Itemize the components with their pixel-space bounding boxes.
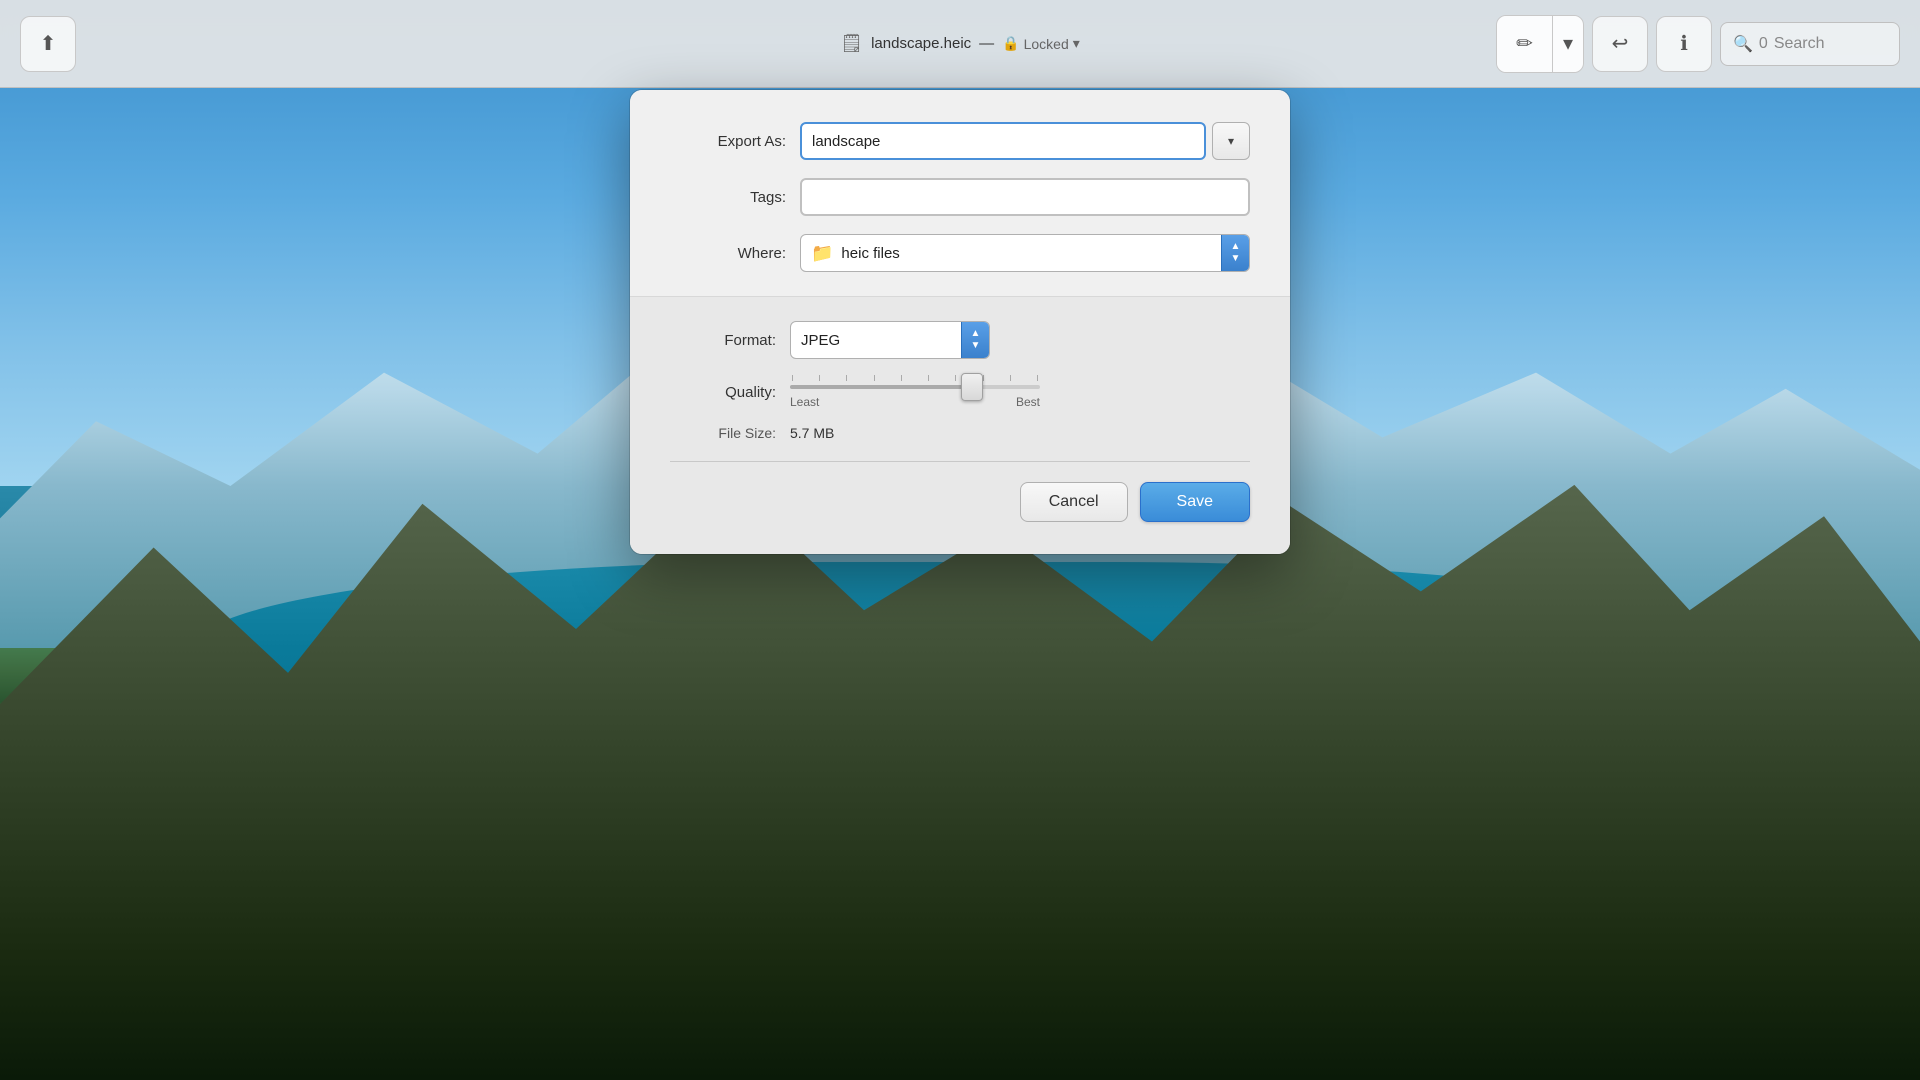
filesize-value: 5.7 MB — [790, 425, 834, 441]
where-value: heic files — [841, 245, 899, 262]
where-label: Where: — [670, 245, 800, 262]
button-row: Cancel Save — [670, 482, 1250, 522]
where-row: Where: 📁 heic files ▲ ▼ — [670, 234, 1250, 272]
export-as-input[interactable] — [800, 122, 1206, 160]
export-as-wrap: ▾ — [800, 122, 1250, 160]
quality-label: Quality: — [670, 384, 790, 401]
chevron-down-icon: ▾ — [1228, 134, 1234, 148]
quality-wrap: Least Best — [790, 375, 1250, 409]
format-value: JPEG — [801, 332, 840, 349]
quality-slider[interactable] — [790, 385, 1040, 389]
where-stepper-button[interactable]: ▲ ▼ — [1221, 234, 1249, 272]
export-dialog-overlay: Export As: ▾ Tags: Where: 📁 — [0, 0, 1920, 1080]
quality-row: Quality: — [670, 375, 1250, 409]
chevron-down-icon: ▼ — [1231, 253, 1241, 265]
filesize-label: File Size: — [670, 425, 790, 441]
where-dropdown[interactable]: 📁 heic files ▲ ▼ — [800, 234, 1250, 272]
dialog-bottom: Format: JPEG ▲ ▼ Quality: — [630, 297, 1290, 554]
save-button[interactable]: Save — [1140, 482, 1250, 522]
tags-label: Tags: — [670, 189, 800, 206]
format-label: Format: — [670, 332, 790, 349]
export-as-dropdown-button[interactable]: ▾ — [1212, 122, 1250, 160]
chevron-up-icon: ▲ — [1231, 241, 1241, 253]
export-as-label: Export As: — [670, 133, 800, 150]
quality-min-label: Least — [790, 395, 819, 409]
format-chevron-up-icon: ▲ — [971, 328, 981, 340]
format-chevron-down-icon: ▼ — [971, 340, 981, 352]
tags-input[interactable] — [800, 178, 1250, 216]
quality-max-label: Best — [1016, 395, 1040, 409]
cancel-button[interactable]: Cancel — [1020, 482, 1128, 522]
export-dialog: Export As: ▾ Tags: Where: 📁 — [630, 90, 1290, 554]
folder-icon: 📁 — [811, 243, 833, 264]
filesize-row: File Size: 5.7 MB — [670, 425, 1250, 441]
format-row: Format: JPEG ▲ ▼ — [670, 321, 1250, 359]
quality-labels: Least Best — [790, 395, 1040, 409]
format-select-inner: JPEG — [791, 332, 961, 349]
format-select[interactable]: JPEG ▲ ▼ — [790, 321, 990, 359]
format-stepper-button[interactable]: ▲ ▼ — [961, 321, 989, 359]
where-inner: 📁 heic files — [801, 243, 1221, 264]
tags-row: Tags: — [670, 178, 1250, 216]
dialog-top: Export As: ▾ Tags: Where: 📁 — [630, 90, 1290, 297]
dialog-divider — [670, 461, 1250, 462]
export-as-row: Export As: ▾ — [670, 122, 1250, 160]
